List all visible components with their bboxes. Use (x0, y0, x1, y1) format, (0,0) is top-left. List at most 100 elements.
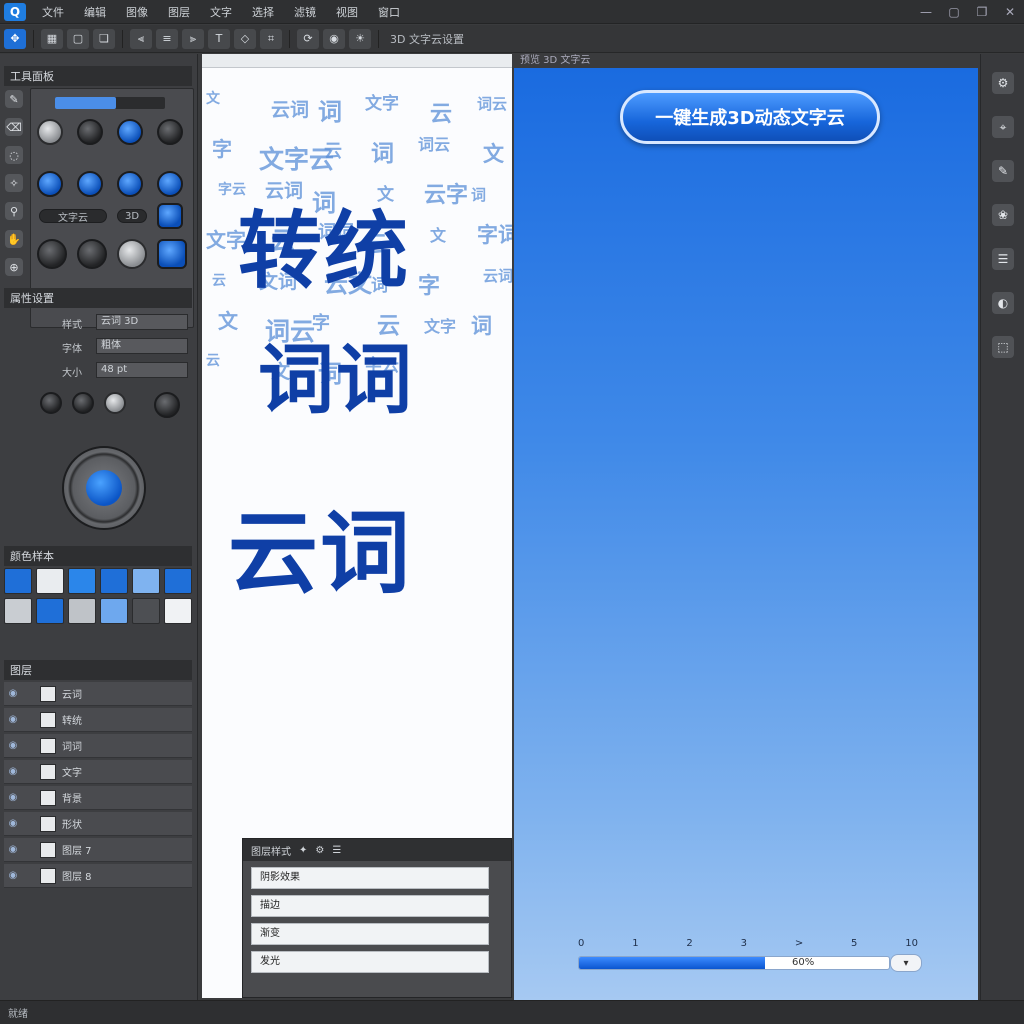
opacity-slider[interactable] (55, 97, 165, 109)
knob-9[interactable] (37, 239, 67, 269)
eyedropper-icon[interactable]: ⚲ (5, 202, 23, 220)
close-icon[interactable]: ✕ (996, 5, 1024, 19)
wand-icon[interactable]: ✧ (5, 174, 23, 192)
zoom-icon[interactable]: ⊕ (5, 258, 23, 276)
layer-row[interactable]: ◉ 图层 8 (4, 864, 192, 888)
lasso-icon[interactable]: ◌ (5, 146, 23, 164)
contrast-icon[interactable]: ◐ (992, 292, 1014, 314)
crop-tool-icon[interactable]: ⌗ (260, 28, 282, 49)
knob-8[interactable] (157, 171, 183, 197)
menu-icon[interactable]: ☰ (332, 845, 341, 856)
visibility-eye-icon[interactable]: ◉ (4, 818, 22, 829)
small-knob-3[interactable] (104, 392, 126, 414)
list-icon[interactable]: ☰ (992, 248, 1014, 270)
joystick-center[interactable] (86, 470, 122, 506)
small-knob-2[interactable] (72, 392, 94, 414)
brush-icon[interactable]: ✎ (5, 90, 23, 108)
flower-icon[interactable]: ❀ (992, 204, 1014, 226)
hand-icon[interactable]: ✋ (5, 230, 23, 248)
color-swatch[interactable] (132, 598, 160, 624)
align-center-icon[interactable]: ≡ (156, 28, 178, 49)
style-row-gradient[interactable]: 渐变 (251, 923, 489, 945)
pill-field-left[interactable]: 文字云 (39, 209, 107, 224)
restore-icon[interactable]: ❐ (968, 5, 996, 19)
prop-font-field[interactable]: 粗体 (96, 338, 188, 354)
knob-11[interactable] (117, 239, 147, 269)
color-swatch[interactable] (4, 598, 32, 624)
knob-6[interactable] (77, 171, 103, 197)
maximize-icon[interactable]: ▢ (940, 5, 968, 19)
grid-icon[interactable]: ▦ (41, 28, 63, 49)
settings-icon[interactable]: ⚙ (992, 72, 1014, 94)
knob-5[interactable] (37, 171, 63, 197)
pin-icon[interactable]: ✦ (299, 845, 307, 856)
visibility-eye-icon[interactable]: ◉ (4, 844, 22, 855)
style-row-shadow[interactable]: 阴影效果 (251, 867, 489, 889)
layer-row[interactable]: ◉ 词词 (4, 734, 192, 758)
layer-row[interactable]: ◉ 文字 (4, 760, 192, 784)
move-tool-icon[interactable]: ✥ (4, 28, 26, 49)
menu-select[interactable]: 选择 (242, 4, 284, 20)
layer-row[interactable]: ◉ 图层 7 (4, 838, 192, 862)
layer-row[interactable]: ◉ 转统 (4, 708, 192, 732)
menu-layer[interactable]: 图层 (158, 4, 200, 20)
prop-size-field[interactable]: 48 pt (96, 362, 188, 378)
color-swatch[interactable] (100, 568, 128, 594)
color-swatch[interactable] (36, 568, 64, 594)
visibility-eye-icon[interactable]: ◉ (4, 792, 22, 803)
layer-row[interactable]: ◉ 背景 (4, 786, 192, 810)
menu-type[interactable]: 文字 (200, 4, 242, 20)
camera-icon[interactable]: ◉ (323, 28, 345, 49)
settings-icon[interactable]: ⚙ (315, 845, 324, 856)
color-swatch[interactable] (4, 568, 32, 594)
menu-edit[interactable]: 编辑 (74, 4, 116, 20)
style-row-stroke[interactable]: 描边 (251, 895, 489, 917)
pill-field-right[interactable]: 3D (117, 209, 147, 223)
color-swatch[interactable] (68, 568, 96, 594)
rotation-joystick[interactable] (62, 446, 146, 530)
visibility-eye-icon[interactable]: ◉ (4, 740, 22, 751)
visibility-eye-icon[interactable]: ◉ (4, 870, 22, 881)
prop-style-field[interactable]: 云词 3D (96, 314, 188, 330)
color-swatch[interactable] (68, 598, 96, 624)
small-knob-4[interactable] (154, 392, 180, 418)
menu-window[interactable]: 窗口 (368, 4, 410, 20)
visibility-eye-icon[interactable]: ◉ (4, 714, 22, 725)
generate-3d-button[interactable]: 一键生成3D动态文字云 (620, 90, 880, 144)
style-row-glow[interactable]: 发光 (251, 951, 489, 973)
eraser-icon[interactable]: ⌫ (5, 118, 23, 136)
color-swatch[interactable] (132, 568, 160, 594)
color-swatch[interactable] (164, 568, 192, 594)
color-swatch[interactable] (100, 598, 128, 624)
menu-image[interactable]: 图像 (116, 4, 158, 20)
rotate-3d-icon[interactable]: ⟳ (297, 28, 319, 49)
layer-row[interactable]: ◉ 云词 (4, 682, 192, 706)
chevron-down-icon[interactable]: ▾ (890, 954, 922, 972)
shape-tool-icon[interactable]: ◇ (234, 28, 256, 49)
layers-icon[interactable]: ❏ (93, 28, 115, 49)
layer-row[interactable]: ◉ 形状 (4, 812, 192, 836)
knob-12[interactable] (157, 239, 187, 269)
align-left-icon[interactable]: ⫷ (130, 28, 152, 49)
menu-file[interactable]: 文件 (32, 4, 74, 20)
blue-toggle-button[interactable] (157, 203, 183, 229)
knob-1[interactable] (37, 119, 63, 145)
knob-7[interactable] (117, 171, 143, 197)
minimize-icon[interactable]: — (912, 5, 940, 19)
light-icon[interactable]: ☀ (349, 28, 371, 49)
knob-4[interactable] (157, 119, 183, 145)
pen-icon[interactable]: ✎ (992, 160, 1014, 182)
knob-3[interactable] (117, 119, 143, 145)
visibility-eye-icon[interactable]: ◉ (4, 766, 22, 777)
knob-2[interactable] (77, 119, 103, 145)
text-tool-icon[interactable]: T (208, 28, 230, 49)
color-swatch[interactable] (36, 598, 64, 624)
menu-filter[interactable]: 滤镜 (284, 4, 326, 20)
color-swatch[interactable] (164, 598, 192, 624)
select-icon[interactable]: ⬚ (992, 336, 1014, 358)
small-knob-1[interactable] (40, 392, 62, 414)
target-icon[interactable]: ⌖ (992, 116, 1014, 138)
frame-icon[interactable]: ▢ (67, 28, 89, 49)
menu-view[interactable]: 视图 (326, 4, 368, 20)
knob-10[interactable] (77, 239, 107, 269)
